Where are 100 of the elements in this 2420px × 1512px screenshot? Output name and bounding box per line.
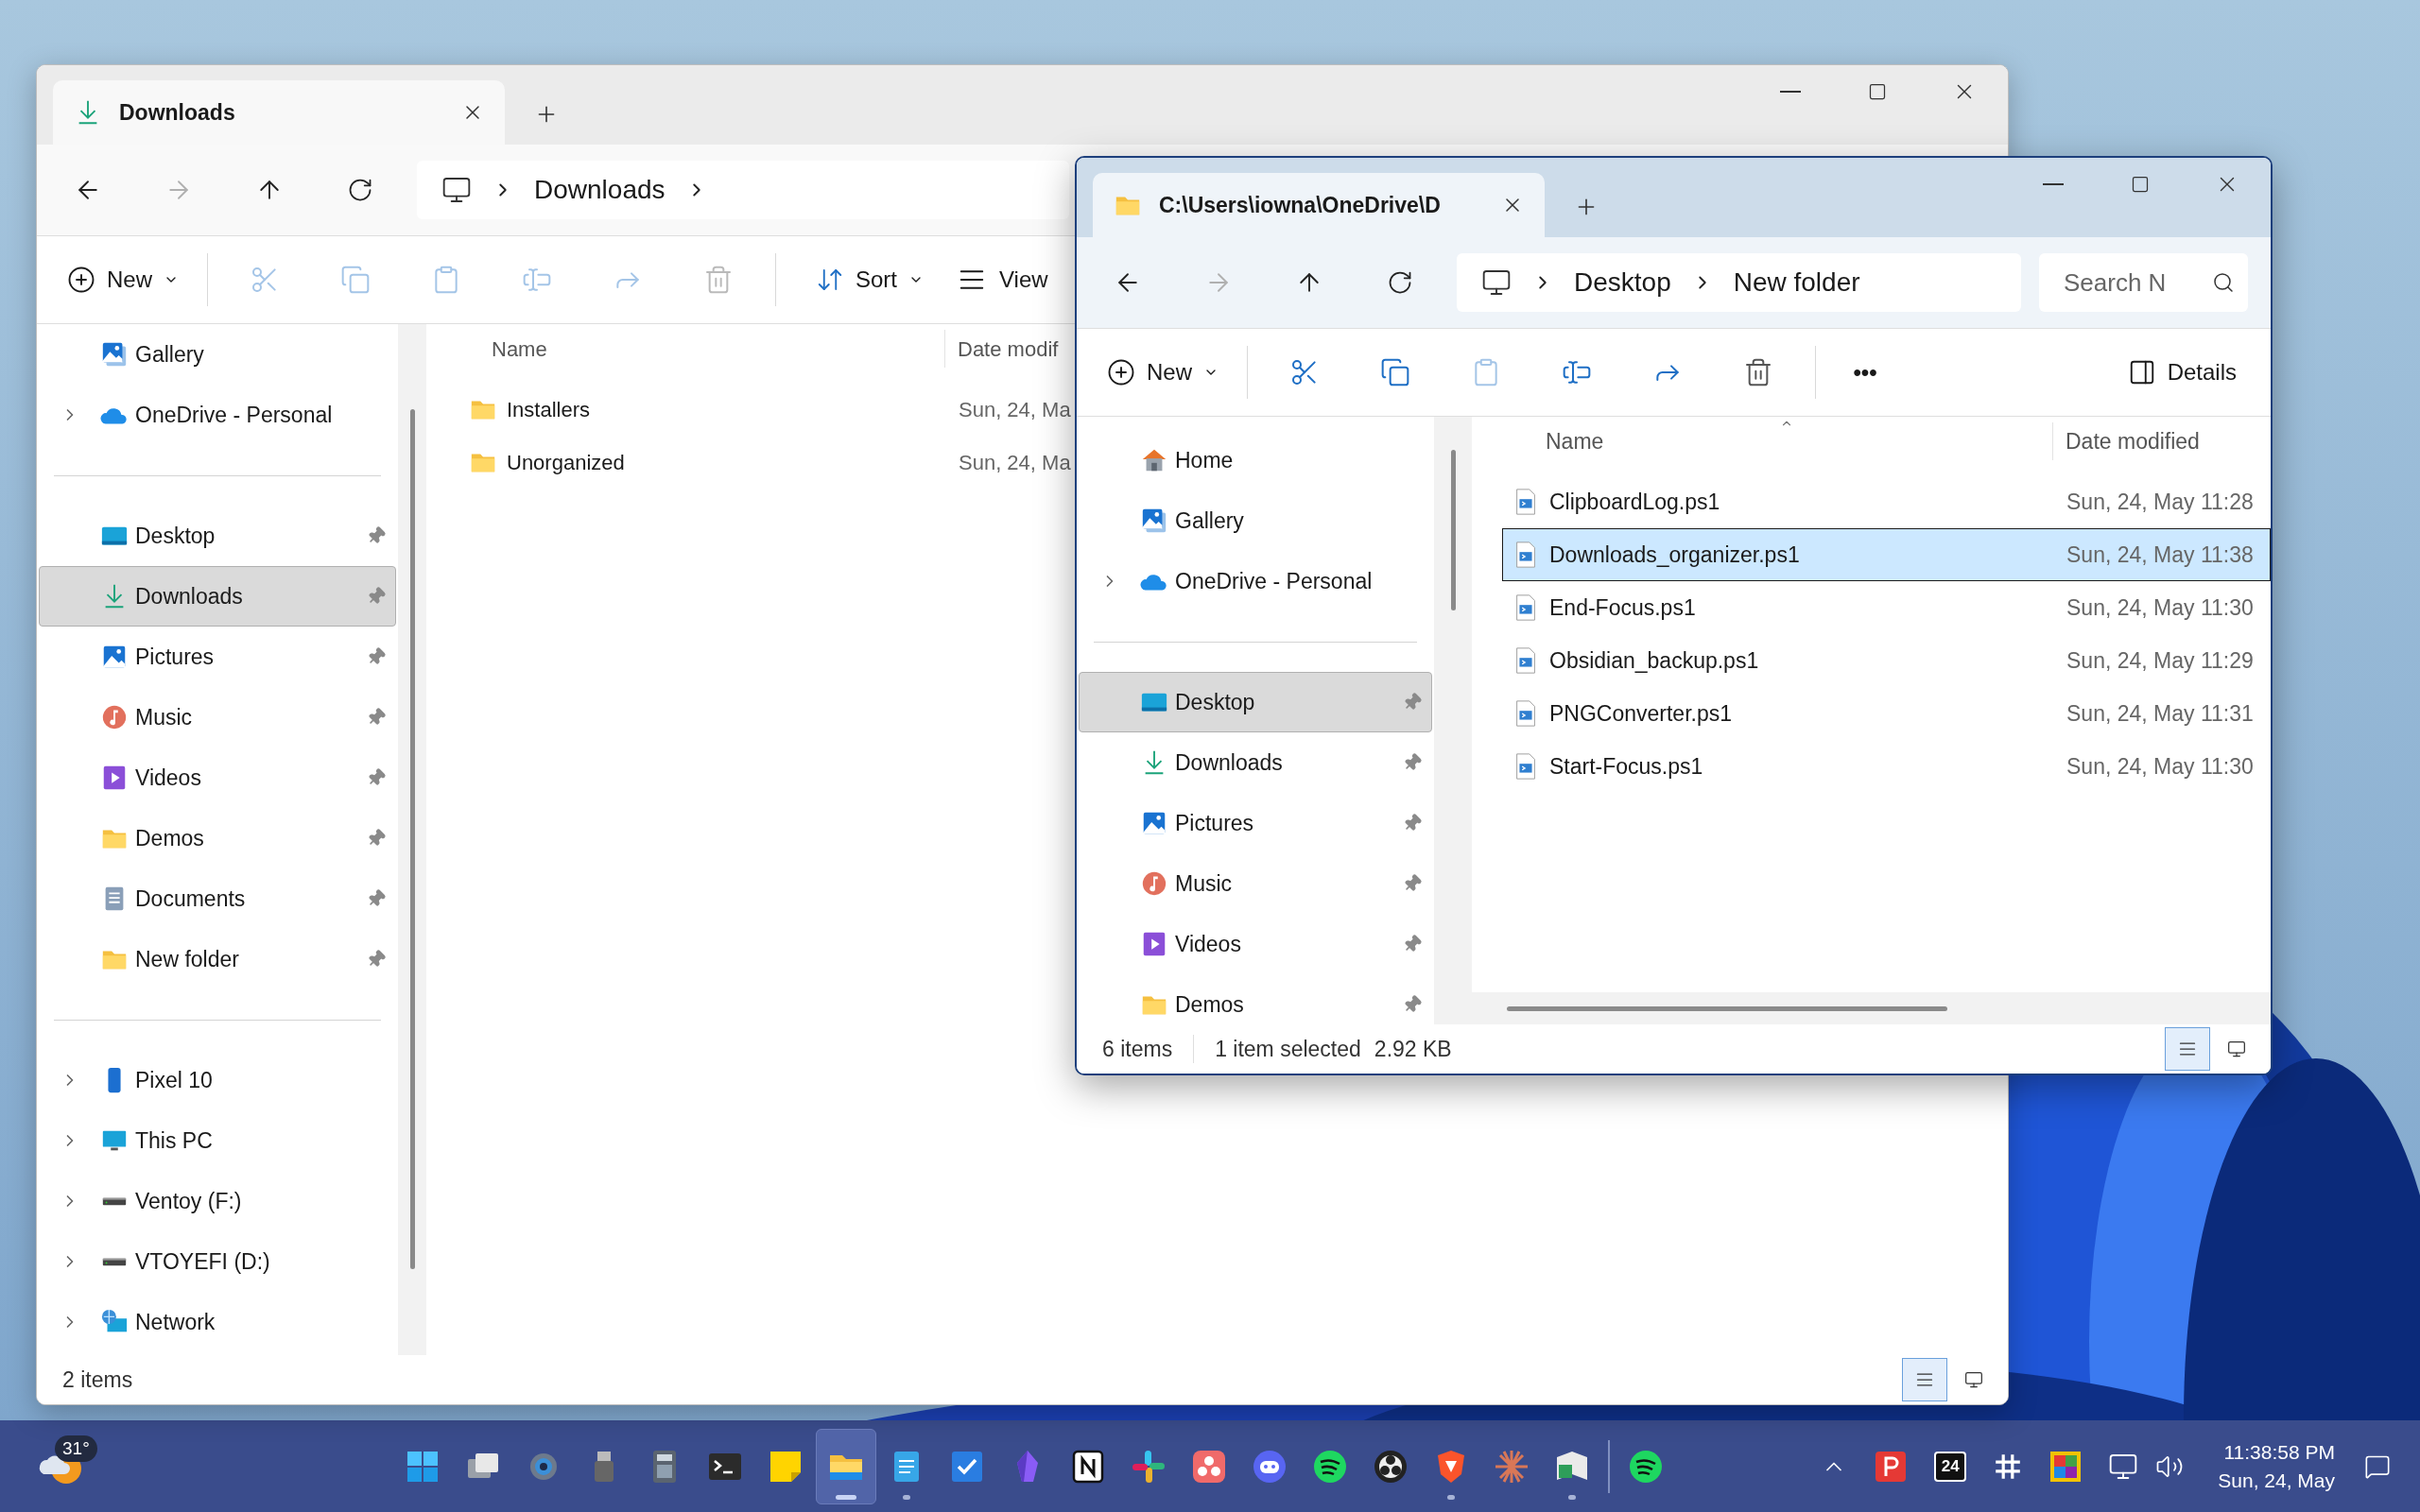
sidebar-item[interactable]: Documents: [39, 868, 396, 929]
file-name: Obsidian_backup.ps1: [1549, 646, 1759, 675]
running-indicator: [1447, 1494, 1455, 1500]
sidebar-item[interactable]: Gallery: [1079, 490, 1432, 551]
column-header[interactable]: Date modified: [2066, 424, 2200, 458]
sidebar-item[interactable]: Videos: [1079, 914, 1432, 974]
sidebar-item[interactable]: Videos: [39, 747, 396, 808]
details-view-button[interactable]: [2165, 1027, 2210, 1071]
calendar-tray-button[interactable]: 24: [1921, 1437, 1980, 1495]
horizontal-scrollbar-thumb[interactable]: [1507, 1005, 1947, 1011]
column-header[interactable]: Name: [492, 336, 547, 361]
tile-icon: [1964, 1370, 1983, 1389]
sidebar-item[interactable]: OneDrive - Personal: [39, 385, 396, 445]
file-name: Start-Focus.ps1: [1549, 752, 1703, 781]
sidebar-item[interactable]: Desktop: [1079, 672, 1432, 732]
temperature-badge: 31°: [55, 1435, 97, 1462]
file-name: PNGConverter.ps1: [1549, 699, 1733, 728]
date-text: Sun, 24, May: [2218, 1468, 2335, 1493]
sidebar-item[interactable]: Home: [1079, 430, 1432, 490]
sidebar-item[interactable]: Demos: [39, 808, 396, 868]
address-bar[interactable]: Desktop New folder: [1457, 253, 2021, 312]
sidebar-item[interactable]: Desktop: [39, 506, 396, 566]
sidebar-item[interactable]: Music: [1079, 853, 1432, 914]
file-row[interactable]: ClipboardLog.ps1 Sun, 24, May 11:28: [1502, 475, 2271, 528]
details-button[interactable]: Details: [2116, 344, 2248, 401]
status-text: 6 items: [1102, 1035, 1173, 1063]
file-name: ClipboardLog.ps1: [1549, 488, 1720, 516]
column-header[interactable]: Name: [1546, 428, 1604, 454]
file-row[interactable]: Unorganized Sun, 24, Ma: [455, 436, 1073, 489]
delete-icon: [703, 265, 734, 295]
file-row[interactable]: PNGConverter.ps1 Sun, 24, May 11:31: [1502, 687, 2271, 740]
scrollbar-thumb[interactable]: [1450, 450, 1456, 610]
computer-icon: [1481, 267, 1512, 298]
breadcrumb[interactable]: Downloads: [534, 170, 666, 210]
sidebar-item[interactable]: Downloads: [1079, 732, 1432, 793]
date-modified: Sun, 24, Ma: [958, 449, 1071, 476]
color-grid-icon: [2049, 1450, 2083, 1483]
refresh-icon: [347, 177, 373, 203]
sidebar-item[interactable]: Ventoy (F:): [39, 1171, 396, 1231]
sidebar-item[interactable]: Music: [39, 687, 396, 747]
running-indicator: [1568, 1494, 1576, 1500]
sidebar-item[interactable]: New folder: [39, 929, 396, 989]
sidebar-item[interactable]: VTOYEFI (D:): [39, 1231, 396, 1292]
copy-icon: [340, 265, 371, 295]
new-button[interactable]: New: [56, 251, 196, 308]
sidebar-item[interactable]: Downloads: [39, 566, 396, 627]
sidebar-item[interactable]: Pixel 10: [39, 1050, 396, 1110]
tab-title: C:\Users\iowna\OneDrive\D: [1159, 191, 1441, 219]
plus-circle-icon: [1107, 358, 1135, 387]
minimize-icon: [1780, 91, 1801, 93]
sidebar-item[interactable]: Demos: [1079, 974, 1432, 1024]
date-modified: Sun, 24, May 11:31: [2066, 699, 2254, 728]
maximize-icon: [2131, 175, 2150, 194]
sidebar-item[interactable]: This PC: [39, 1110, 396, 1171]
sidebar-item[interactable]: Gallery: [39, 324, 396, 385]
status-text: 2.92 KB: [1374, 1035, 1452, 1063]
date-badge: 24: [1934, 1451, 1967, 1482]
date-modified: Sun, 24, May 11:29: [2066, 646, 2254, 675]
file-row[interactable]: Installers Sun, 24, Ma: [455, 383, 1073, 436]
status-text: 1 item selected: [1215, 1035, 1361, 1063]
date-modified: Sun, 24, Ma: [958, 396, 1071, 423]
tab[interactable]: Downloads: [53, 80, 505, 145]
drive-icon: [100, 1257, 129, 1266]
clock-button[interactable]: 11:38:58 PM Sun, 24, May: [2208, 1437, 2344, 1495]
parking-sign-icon: [1874, 1449, 1909, 1484]
details-view-button[interactable]: [1902, 1358, 1947, 1401]
breadcrumb[interactable]: Desktop: [1574, 263, 1671, 302]
date-modified: Sun, 24, May 11:38: [2066, 541, 2254, 569]
address-bar[interactable]: Downloads: [417, 161, 1069, 219]
music-note-icon: [1140, 869, 1168, 898]
new-button[interactable]: New: [1096, 344, 1236, 401]
music-note-icon: [100, 703, 129, 731]
sidebar-item[interactable]: Pictures: [1079, 793, 1432, 853]
tab-title: Downloads: [119, 98, 235, 127]
weather-widget[interactable]: 31°: [28, 1433, 95, 1500]
view-button[interactable]: View: [944, 251, 1062, 308]
gallery-icon: [100, 340, 129, 369]
breadcrumb[interactable]: New folder: [1733, 263, 1860, 302]
more-button[interactable]: •••: [1827, 344, 1903, 401]
column-header[interactable]: Date modif: [958, 333, 1059, 365]
file-row[interactable]: Obsidian_backup.ps1 Sun, 24, May 11:29: [1502, 634, 2271, 687]
refresh-icon: [1387, 269, 1413, 296]
search-field[interactable]: Search N: [2039, 253, 2248, 312]
scrollbar-thumb[interactable]: [409, 409, 415, 1269]
sort-button[interactable]: Sort: [803, 251, 937, 308]
sidebar-item[interactable]: OneDrive - Personal: [1079, 551, 1432, 611]
sidebar-item[interactable]: Pictures: [39, 627, 396, 687]
file-name: Installers: [507, 396, 591, 423]
minimize-icon: [2043, 183, 2064, 185]
file-row[interactable]: End-Focus.ps1 Sun, 24, May 11:30: [1502, 581, 2271, 634]
file-row[interactable]: Downloads_organizer.ps1 Sun, 24, May 11:38: [1502, 528, 2271, 581]
date-modified: Sun, 24, May 11:30: [2066, 752, 2254, 781]
file-row[interactable]: Start-Focus.ps1 Sun, 24, May 11:30: [1502, 740, 2271, 793]
sidebar-item[interactable]: Network: [39, 1292, 396, 1352]
computer-icon: [441, 175, 472, 205]
status-text: 2 items: [62, 1366, 133, 1394]
tile-icon: [2227, 1040, 2246, 1058]
file-name: Downloads_organizer.ps1: [1549, 541, 1800, 569]
date-modified: Sun, 24, May 11:28: [2066, 488, 2254, 516]
tab[interactable]: C:\Users\iowna\OneDrive\D: [1093, 173, 1545, 237]
